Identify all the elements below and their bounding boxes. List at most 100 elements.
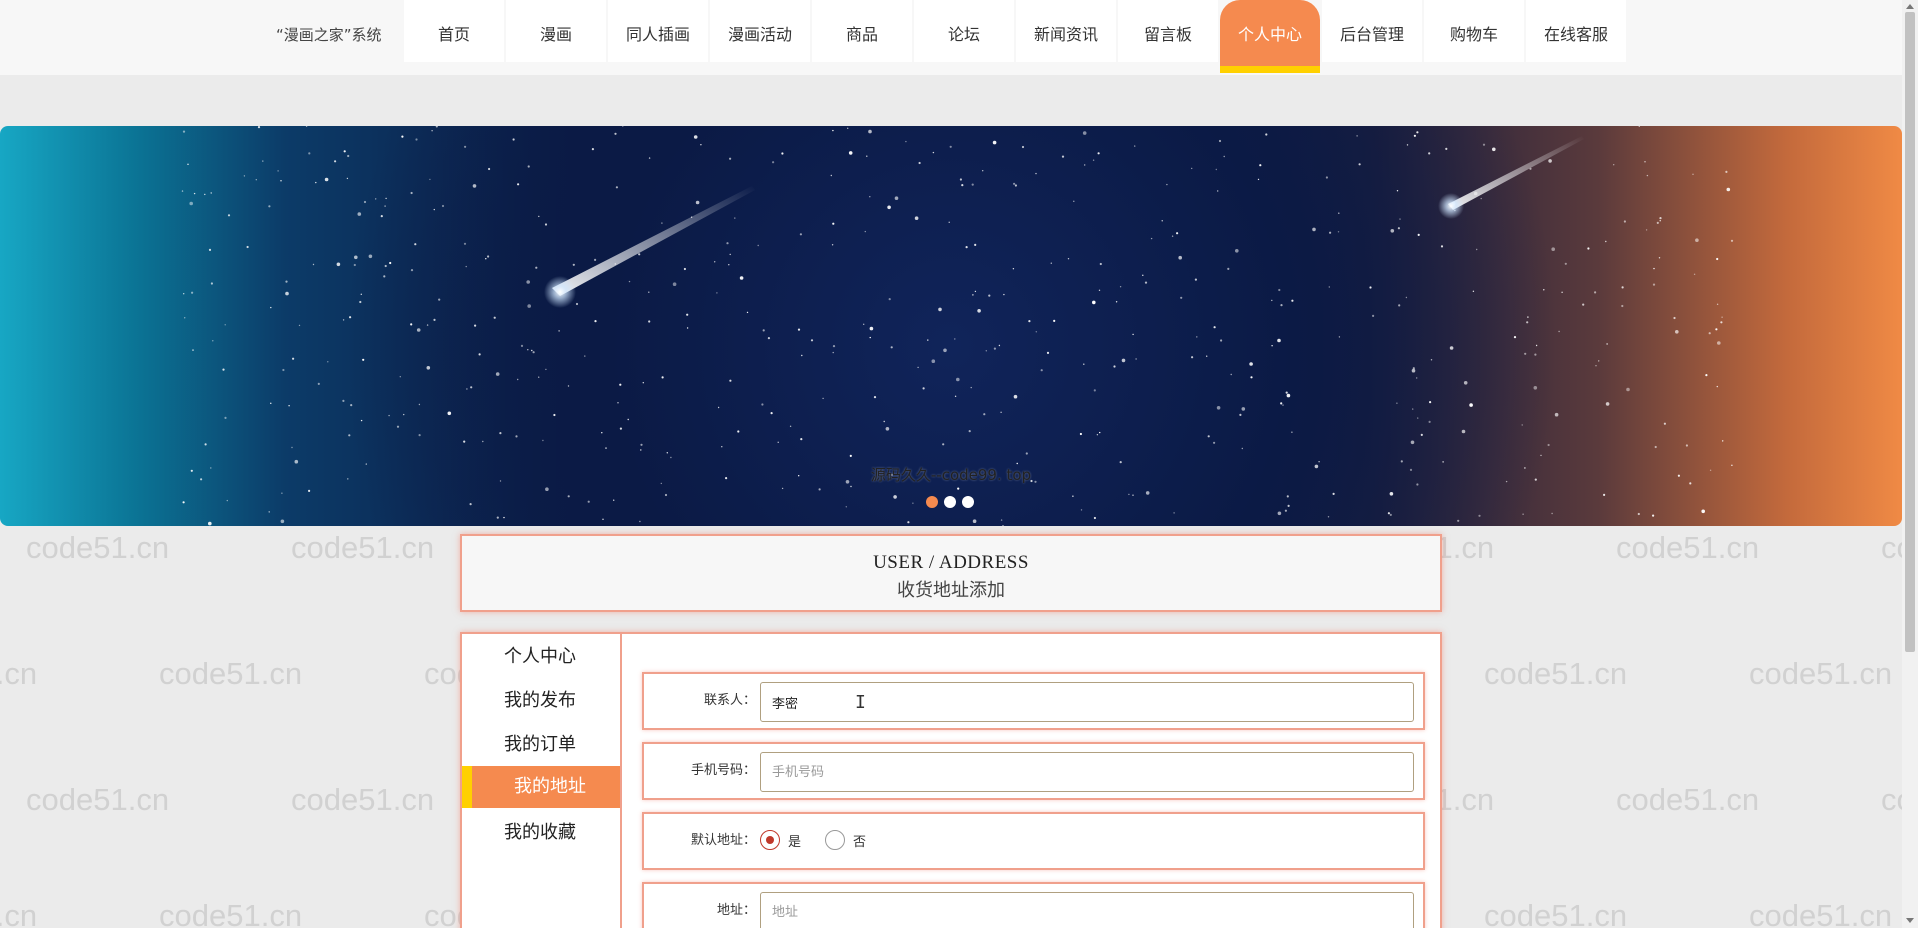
star [972, 294, 974, 296]
star [487, 255, 490, 258]
star [1410, 440, 1415, 445]
star [474, 324, 477, 327]
star [810, 339, 814, 342]
sidebar-item-my-favorites[interactable]: 我的收藏 [462, 812, 620, 854]
star [359, 300, 362, 304]
star [1461, 429, 1466, 434]
star [1113, 365, 1116, 368]
scroll-up-arrow-icon[interactable] [1906, 4, 1914, 9]
star [515, 435, 518, 438]
star [866, 155, 868, 157]
star [343, 150, 346, 153]
star [714, 261, 716, 263]
star [1605, 402, 1610, 406]
star [558, 330, 560, 332]
star [613, 499, 615, 501]
star [545, 368, 547, 371]
default-yes-label[interactable]: 是 [788, 831, 801, 850]
watermark-text: code51.cn [26, 530, 170, 565]
nav-item-message-board[interactable]: 留言板 [1118, 0, 1218, 62]
star [617, 402, 619, 404]
star [1213, 441, 1216, 444]
star [1096, 434, 1099, 436]
default-no-radio[interactable] [825, 830, 846, 850]
star [957, 487, 960, 490]
star [429, 178, 431, 181]
nav-item-fan-art[interactable]: 同人插画 [608, 0, 708, 62]
star [956, 377, 960, 382]
star [418, 403, 421, 406]
star [463, 440, 466, 443]
star [542, 439, 544, 442]
star [535, 266, 538, 269]
hero-banner[interactable]: 源码久久--code99. top [0, 126, 1902, 526]
star [1638, 126, 1640, 127]
star [1513, 336, 1517, 339]
nav-item-home[interactable]: 首页 [404, 0, 504, 62]
star [1285, 391, 1288, 394]
sidebar-item-my-address[interactable]: 我的地址 [462, 766, 620, 808]
star [949, 145, 952, 148]
star [1463, 381, 1468, 385]
nav-item-admin[interactable]: 后台管理 [1322, 0, 1422, 62]
default-no-label[interactable]: 否 [853, 831, 866, 850]
star [226, 499, 228, 502]
star [584, 355, 586, 357]
star [410, 269, 414, 272]
star [1144, 281, 1148, 284]
star [262, 160, 264, 162]
nav-item-personal-center[interactable]: 个人中心 [1220, 0, 1320, 73]
star [1457, 519, 1460, 522]
sidebar-item-my-posts[interactable]: 我的发布 [462, 680, 620, 722]
star [1476, 248, 1478, 251]
nav-item-products[interactable]: 商品 [812, 0, 912, 62]
star [1722, 440, 1724, 442]
star [1191, 356, 1194, 359]
nav-item-news[interactable]: 新闻资讯 [1016, 0, 1116, 62]
carousel-dot[interactable] [926, 496, 938, 508]
star [334, 160, 337, 163]
nav-item-comic-events[interactable]: 漫画活动 [710, 0, 810, 62]
page-scrollbar[interactable] [1902, 0, 1918, 928]
watermark-text: code51.cn [159, 898, 303, 928]
star [683, 267, 687, 271]
star [965, 246, 968, 249]
sidebar-item-personal-center[interactable]: 个人中心 [462, 636, 620, 678]
star [672, 282, 677, 286]
scroll-thumb[interactable] [1905, 12, 1915, 652]
star [1389, 492, 1394, 496]
star [601, 432, 603, 434]
star [1327, 516, 1330, 518]
scroll-down-arrow-icon[interactable] [1906, 918, 1914, 923]
nav-item-cart[interactable]: 购物车 [1424, 0, 1524, 62]
main-nav: 首页 漫画 同人插画 漫画活动 商品 论坛 新闻资讯 留言板 个人中心 后台管理… [404, 0, 1628, 73]
star [1220, 339, 1223, 342]
star [182, 130, 186, 133]
star [1420, 433, 1423, 436]
carousel-dot[interactable] [944, 496, 956, 508]
star [575, 302, 579, 306]
star [435, 126, 438, 128]
star [1716, 303, 1719, 305]
star [1428, 152, 1431, 155]
carousel-dot[interactable] [962, 496, 974, 508]
star [640, 443, 643, 446]
star [1216, 406, 1221, 410]
phone-input[interactable] [760, 752, 1414, 792]
star [1312, 227, 1316, 232]
star [1093, 516, 1096, 520]
nav-item-comics[interactable]: 漫画 [506, 0, 606, 62]
address-input[interactable] [760, 892, 1414, 928]
nav-item-online-service[interactable]: 在线客服 [1526, 0, 1626, 62]
star [257, 126, 261, 129]
star [848, 151, 853, 155]
star [1191, 167, 1193, 170]
watermark-text: code51.cn [0, 656, 38, 691]
default-yes-radio[interactable] [760, 830, 780, 850]
star [1526, 321, 1529, 324]
star [1428, 420, 1431, 423]
star [883, 420, 885, 423]
sidebar-item-my-orders[interactable]: 我的订单 [462, 724, 620, 766]
nav-item-forum[interactable]: 论坛 [914, 0, 1014, 62]
star [700, 144, 702, 146]
